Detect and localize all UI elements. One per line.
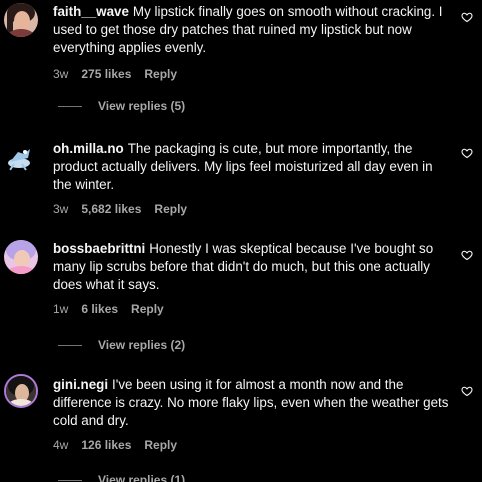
heart-outline-icon[interactable] (461, 385, 473, 397)
heart-outline-icon[interactable] (461, 147, 473, 159)
comment-username[interactable]: bossbaebrittni (53, 241, 145, 256)
heart-outline-icon[interactable] (461, 11, 473, 23)
reply-button[interactable]: Reply (144, 438, 177, 453)
comment-likes[interactable]: 126 likes (81, 438, 131, 453)
comment-meta: 4w 126 likes Reply (53, 438, 453, 453)
avatar[interactable] (4, 140, 38, 174)
comment-username[interactable]: faith__wave (53, 4, 129, 19)
comment-meta: 1w 6 likes Reply (53, 302, 453, 317)
avatar[interactable] (4, 3, 38, 37)
comment-text: oh.milla.no The packaging is cute, but mo… (53, 140, 453, 194)
comment-text: faith__wave My lipstick finally goes on s… (53, 3, 453, 57)
reply-button[interactable]: Reply (131, 302, 164, 317)
view-replies-label: View replies (2) (98, 338, 186, 352)
view-replies-label: View replies (1) (98, 473, 186, 482)
heart-outline-icon[interactable] (461, 249, 473, 261)
comment-text: bossbaebrittni Honestly I was skeptical b… (53, 240, 453, 294)
view-replies-divider (58, 344, 82, 346)
comment-likes[interactable]: 5,682 likes (81, 202, 141, 217)
comment-username[interactable]: gini.negi (53, 377, 108, 392)
view-replies-divider (58, 479, 82, 481)
avatar[interactable] (4, 240, 38, 274)
view-replies-divider (58, 105, 82, 107)
comment-time: 3w (53, 67, 69, 81)
comment-time: 3w (53, 202, 69, 216)
reply-button[interactable]: Reply (144, 67, 177, 82)
avatar[interactable] (4, 374, 38, 408)
view-replies-button[interactable]: View replies (5) (58, 99, 185, 113)
comment-username[interactable]: oh.milla.no (53, 141, 124, 156)
comment-text: gini.negi I've been using it for almost a… (53, 376, 453, 430)
comment-likes[interactable]: 6 likes (81, 302, 118, 317)
view-replies-label: View replies (5) (98, 99, 186, 113)
comment-time: 4w (53, 438, 69, 452)
comment-body: I've been using it for almost a month no… (53, 377, 449, 428)
reply-button[interactable]: Reply (154, 202, 187, 217)
comment-time: 1w (53, 302, 69, 316)
comment-meta: 3w 5,682 likes Reply (53, 202, 453, 217)
view-replies-button[interactable]: View replies (1) (58, 473, 185, 482)
comment-meta: 3w 275 likes Reply (53, 67, 453, 82)
comment-likes[interactable]: 275 likes (81, 67, 131, 82)
comments-list: faith__wave My lipstick finally goes on s… (0, 0, 482, 482)
view-replies-button[interactable]: View replies (2) (58, 338, 185, 352)
